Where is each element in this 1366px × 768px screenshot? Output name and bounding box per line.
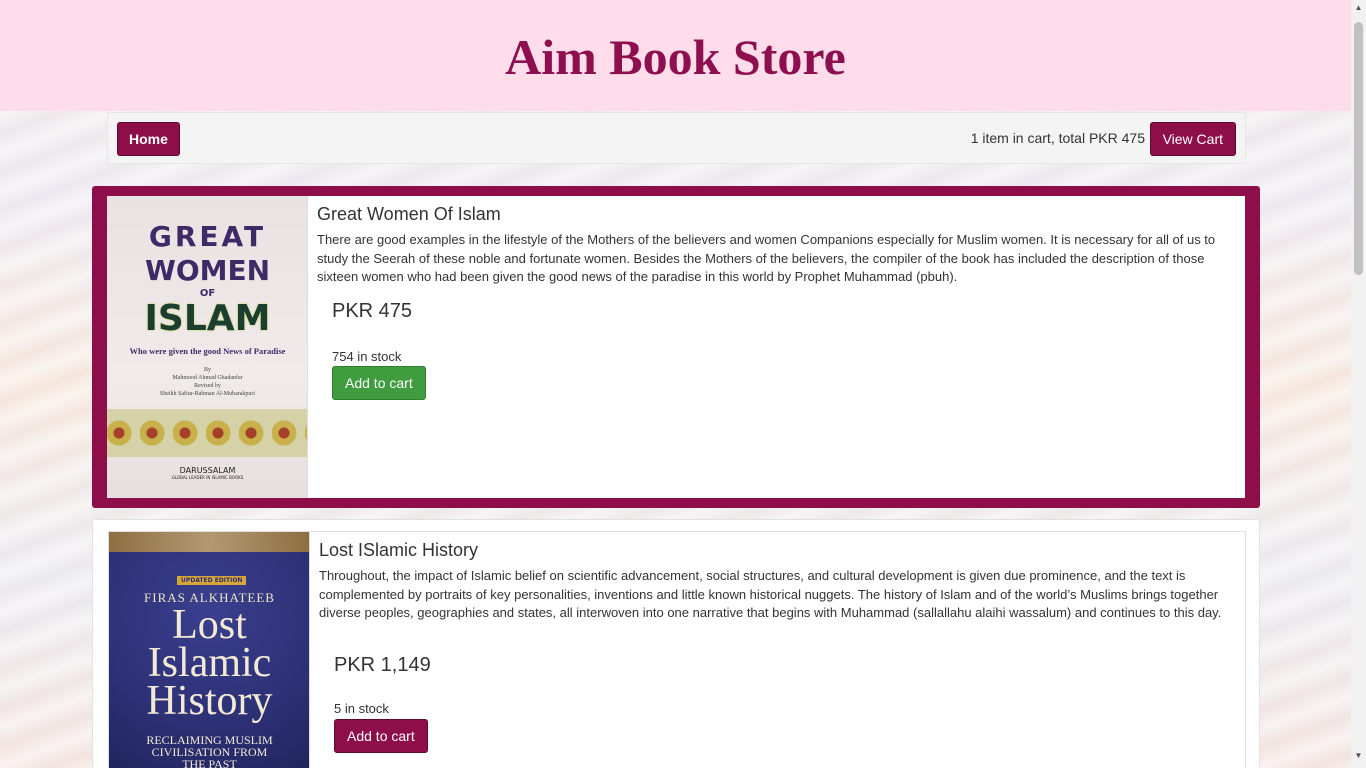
cover-text: THE PAST	[182, 757, 237, 768]
cover-publisher-tag: GLOBAL LEADER IN ISLAMIC BOOKS	[171, 475, 244, 480]
product-card-lost-islamic-history: UPDATED EDITION FIRAS ALKHATEEB Lost Isl…	[92, 519, 1260, 768]
add-to-cart-button[interactable]: Add to cart	[334, 719, 428, 753]
cover-text: History	[146, 678, 273, 724]
cover-publisher: DARUSSALAM GLOBAL LEADER IN ISLAMIC BOOK…	[107, 466, 307, 480]
product-description: There are good examples in the lifestyle…	[317, 232, 1216, 284]
cover-author-block: By Mahmood Ahmad Ghadanfar Revised by Sh…	[107, 366, 307, 398]
cover-text: By	[203, 367, 211, 373]
product-card-inner: UPDATED EDITION FIRAS ALKHATEEB Lost Isl…	[108, 531, 1246, 768]
product-description: Throughout, the impact of Islamic belief…	[319, 568, 1222, 620]
cover-subtitle: RECLAIMING MUSLIM CIVILISATION FROM THE …	[109, 734, 309, 768]
product-card-great-women-of-islam: GREAT WOMEN OF ISLAM Who were given the …	[92, 186, 1260, 508]
cover-pattern-band	[107, 409, 307, 457]
site-header: Aim Book Store	[0, 0, 1351, 111]
cover-subtitle: Who were given the good News of Paradise	[129, 346, 286, 356]
navbar: Home 1 item in cart, total PKR 475 View …	[107, 112, 1246, 164]
product-title[interactable]: Great Women Of Islam	[317, 204, 1232, 225]
cover-text: Lost	[172, 602, 247, 648]
home-button[interactable]: Home	[117, 122, 180, 156]
product-card-inner: GREAT WOMEN OF ISLAM Who were given the …	[107, 196, 1245, 498]
cover-text: Revised by	[194, 383, 221, 389]
product-stock: 754 in stock	[332, 349, 402, 364]
cover-text: WOMEN	[144, 254, 271, 287]
product-details: Lost ISlamic History Throughout, the imp…	[319, 540, 1234, 623]
product-details: Great Women Of Islam There are good exam…	[317, 204, 1232, 287]
cart-summary: 1 item in cart, total PKR 475	[970, 130, 1145, 146]
cover-title: Lost Islamic History	[109, 602, 309, 724]
product-title[interactable]: Lost ISlamic History	[319, 540, 1234, 561]
scroll-down-arrow-icon[interactable]: ▼	[1354, 752, 1363, 760]
book-cover-image[interactable]: UPDATED EDITION FIRAS ALKHATEEB Lost Isl…	[109, 532, 310, 768]
cover-text: ISLAM	[144, 298, 271, 339]
vertical-scrollbar[interactable]: ▲ ▼	[1351, 0, 1366, 768]
book-cover-image[interactable]: GREAT WOMEN OF ISLAM Who were given the …	[107, 196, 308, 498]
cover-author: Mahmood Ahmad Ghadanfar	[172, 375, 243, 381]
site-title: Aim Book Store	[505, 28, 846, 85]
view-cart-button[interactable]: View Cart	[1149, 122, 1236, 156]
product-stock: 5 in stock	[334, 701, 389, 716]
add-to-cart-button[interactable]: Add to cart	[332, 366, 426, 400]
scrollbar-thumb[interactable]	[1354, 22, 1363, 275]
cover-gold-arch	[109, 532, 309, 552]
scroll-up-arrow-icon[interactable]: ▲	[1354, 4, 1363, 12]
product-price: PKR 1,149	[334, 654, 431, 676]
cover-text: Islamic	[147, 640, 272, 686]
cover-text: GREAT	[148, 220, 267, 253]
cover-publisher-name: DARUSSALAM	[179, 466, 236, 475]
cover-edition-badge: UPDATED EDITION	[177, 576, 247, 585]
product-price: PKR 475	[332, 300, 413, 322]
cover-reviser: Sheikh Safiur-Rahman Al-Mubarakpuri	[159, 391, 256, 397]
